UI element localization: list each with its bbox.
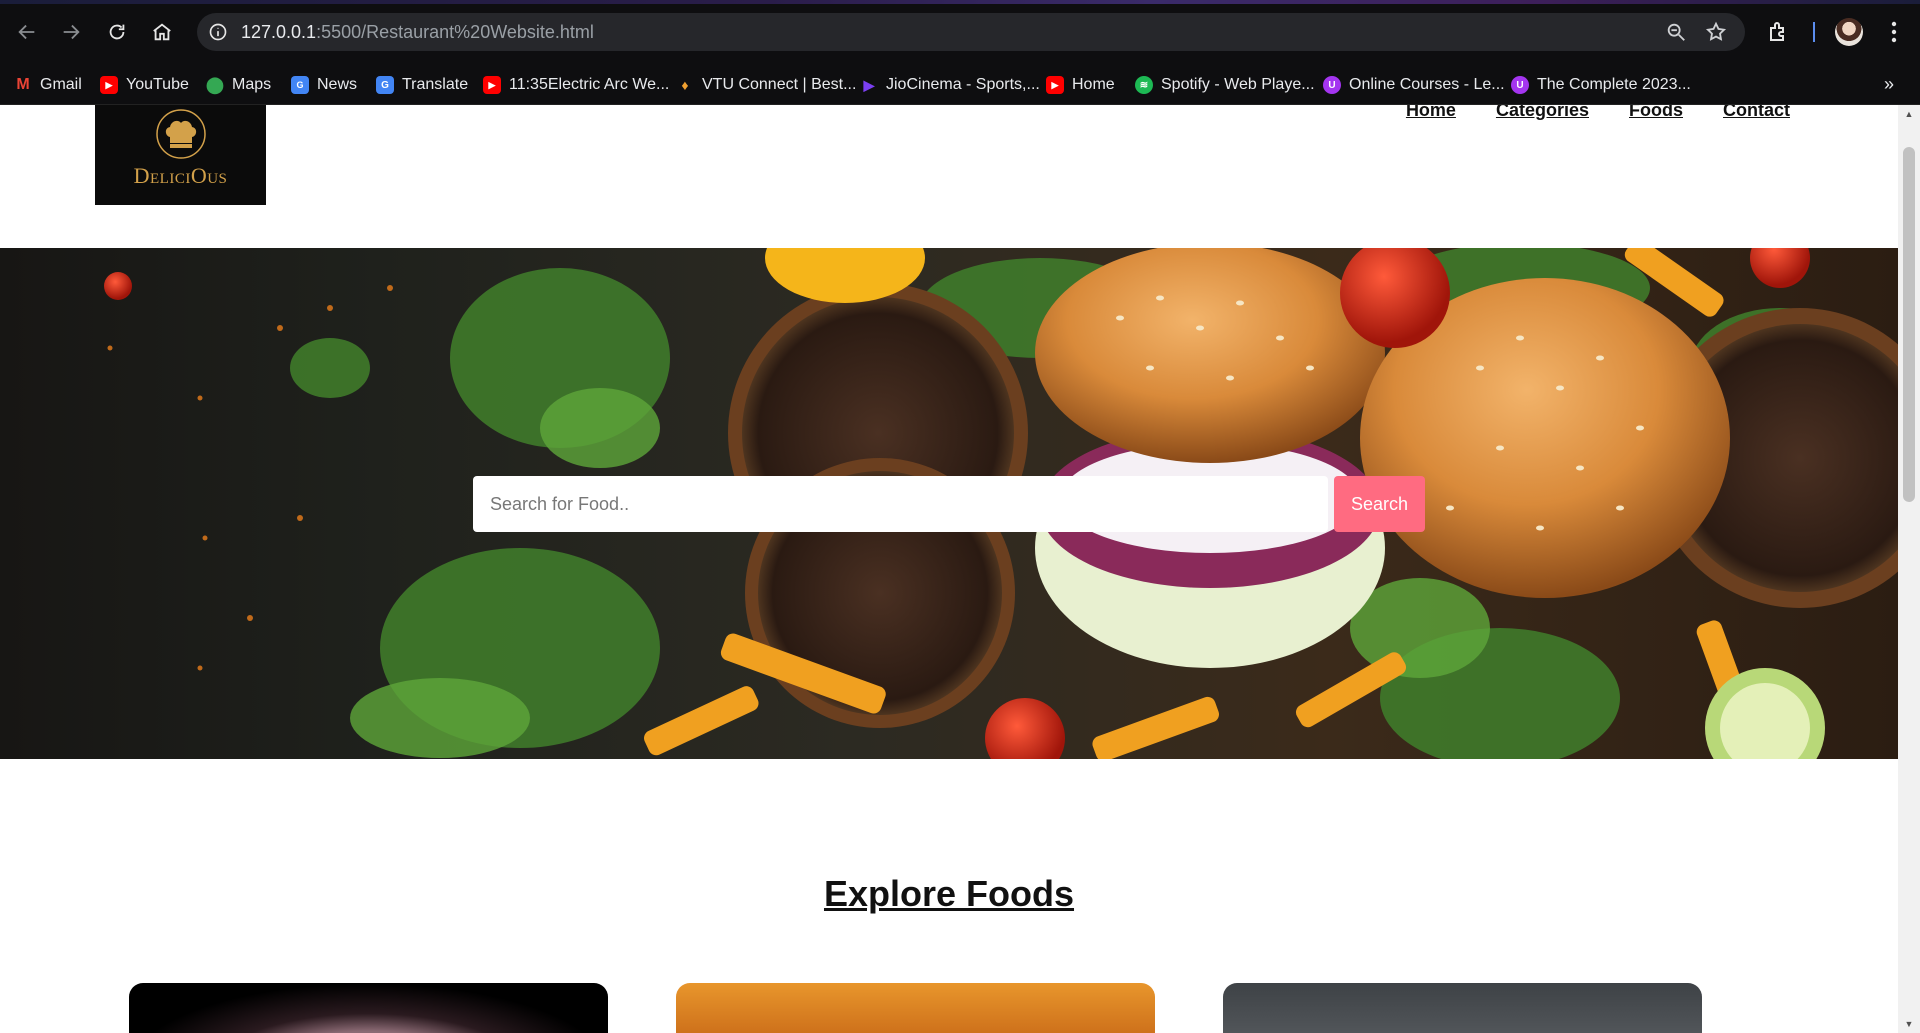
url-text[interactable]: 127.0.0.1:5500/Restaurant%20Website.html — [241, 13, 594, 51]
bookmark-label: JioCinema - Sports,... — [886, 76, 1040, 93]
back-button[interactable] — [11, 16, 43, 48]
jiocinema-icon: ▶ — [863, 76, 875, 93]
main-nav: Home Categories Foods Contact — [1406, 105, 1790, 121]
site-info-icon[interactable] — [207, 21, 229, 43]
browser-toolbar: 127.0.0.1:5500/Restaurant%20Website.html — [0, 0, 1920, 66]
nav-home[interactable]: Home — [1406, 105, 1456, 121]
bookmark-translate[interactable]: G Translate — [376, 66, 468, 104]
tab-strip — [0, 0, 1920, 4]
youtube-icon: ▶ — [1046, 76, 1064, 94]
bookmark-vtu-connect[interactable]: ♦ VTU Connect | Best... — [676, 66, 856, 104]
bookmark-maps[interactable]: ⬤ Maps — [206, 66, 271, 104]
url-path: :5500/Restaurant%20Website.html — [316, 22, 594, 42]
scroll-up-arrow-icon[interactable]: ▲ — [1904, 109, 1914, 119]
bookmark-electric-arc[interactable]: ▶ 11:35Electric Arc We... — [483, 66, 669, 104]
nav-foods[interactable]: Foods — [1629, 105, 1683, 121]
forward-button[interactable] — [55, 16, 87, 48]
bookmark-complete-2023[interactable]: U The Complete 2023... — [1511, 66, 1691, 104]
bookmark-label: Home — [1072, 76, 1115, 93]
bookmark-label: Maps — [232, 76, 272, 93]
scrollbar-thumb[interactable] — [1903, 147, 1915, 502]
bookmark-label: Spotify - Web Playe... — [1161, 76, 1315, 93]
youtube-icon: ▶ — [100, 76, 118, 94]
bookmark-label: 11:35Electric Arc We... — [509, 76, 670, 93]
chef-hat-icon — [155, 109, 206, 159]
site-logo[interactable]: DeliciOus — [95, 105, 266, 205]
vtu-icon: ♦ — [681, 77, 689, 93]
bookmark-label: News — [317, 76, 358, 93]
menu-kebab-icon[interactable] — [1882, 18, 1906, 46]
food-card[interactable] — [129, 983, 608, 1033]
reload-icon — [109, 24, 125, 40]
bookmark-jiocinema[interactable]: ▶ JioCinema - Sports,... — [860, 66, 1040, 104]
food-search-input[interactable] — [473, 476, 1328, 532]
translate-icon: G — [376, 76, 394, 94]
bookmark-label: Online Courses - Le... — [1349, 76, 1505, 93]
logo-text: DeliciOus — [133, 163, 228, 188]
address-bar[interactable]: 127.0.0.1:5500/Restaurant%20Website.html — [197, 13, 1745, 51]
bookmarks-bar: M Gmail ▶ YouTube ⬤ Maps G News G Transl… — [0, 66, 1920, 105]
back-arrow-icon — [18, 24, 35, 40]
bookmark-youtube[interactable]: ▶ YouTube — [100, 66, 189, 104]
maps-icon: ⬤ — [206, 77, 224, 94]
bookmark-label: VTU Connect | Best... — [702, 76, 857, 93]
bookmark-label: YouTube — [126, 76, 189, 93]
youtube-icon: ▶ — [483, 76, 501, 94]
udemy-icon: U — [1323, 76, 1341, 94]
reload-button[interactable] — [101, 16, 133, 48]
page-viewport: DeliciOus Home Categories Foods Contact — [0, 105, 1898, 1033]
food-card[interactable] — [676, 983, 1155, 1033]
zoom-icon[interactable] — [1665, 21, 1687, 43]
home-icon — [153, 23, 171, 41]
spotify-icon: ≋ — [1135, 76, 1153, 94]
hero-banner: Search — [0, 248, 1898, 759]
profile-avatar[interactable] — [1835, 18, 1863, 46]
bookmark-gmail[interactable]: M Gmail — [14, 66, 82, 104]
forward-arrow-icon — [63, 24, 80, 40]
explore-foods-heading: Explore Foods — [823, 873, 1075, 914]
nav-contact[interactable]: Contact — [1723, 105, 1790, 121]
bookmark-label: Translate — [402, 76, 469, 93]
bookmark-label: Gmail — [40, 76, 82, 93]
url-host: 127.0.0.1 — [241, 22, 317, 42]
bookmarks-overflow-icon[interactable]: » — [1884, 74, 1894, 95]
udemy-icon: U — [1511, 76, 1529, 94]
toolbar-separator — [1813, 22, 1815, 42]
news-icon: G — [291, 76, 309, 94]
bookmark-star-icon[interactable] — [1705, 21, 1727, 43]
nav-categories[interactable]: Categories — [1496, 105, 1589, 121]
home-button[interactable] — [146, 16, 178, 48]
bookmark-online-courses[interactable]: U Online Courses - Le... — [1323, 66, 1505, 104]
bookmark-home[interactable]: ▶ Home — [1046, 66, 1115, 104]
bookmark-label: The Complete 2023... — [1537, 76, 1691, 93]
bookmark-news[interactable]: G News — [291, 66, 357, 104]
food-card[interactable] — [1223, 983, 1702, 1033]
bookmark-spotify[interactable]: ≋ Spotify - Web Playe... — [1135, 66, 1315, 104]
gmail-icon: M — [16, 76, 30, 93]
search-button[interactable]: Search — [1334, 476, 1425, 532]
extensions-icon[interactable] — [1767, 20, 1791, 44]
page-scrollbar[interactable]: ▲ ▼ — [1898, 105, 1920, 1033]
scroll-down-arrow-icon[interactable]: ▼ — [1904, 1019, 1914, 1029]
